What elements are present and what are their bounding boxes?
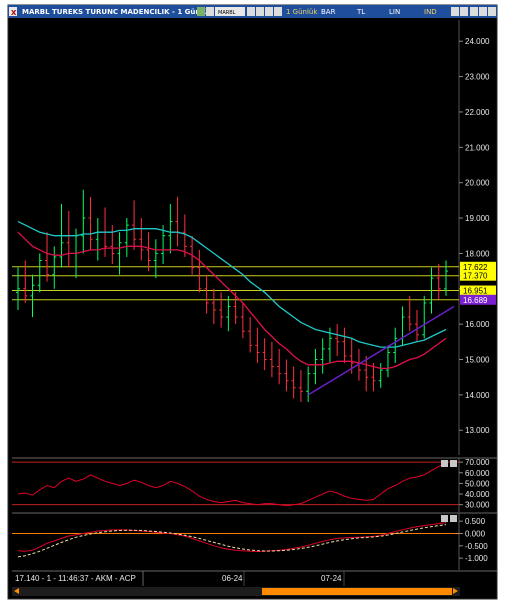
toolbar-period[interactable]: 1 Günlük — [286, 8, 318, 16]
price-tick-label: 14.000 — [465, 391, 490, 400]
chart-window-frame: X MARBL TUREKS TURUNC MADENCILIK - 1 Gün… — [0, 0, 507, 605]
level-label: 17.370 — [463, 272, 488, 281]
x-axis-label-1: 06-24 — [222, 574, 243, 583]
chart-canvas: X MARBL TUREKS TURUNC MADENCILIK - 1 Gün… — [7, 4, 498, 600]
rsi-tick-label: 30.000 — [465, 501, 490, 510]
rsi-tick-label: 50.000 — [465, 479, 490, 488]
maximize-icon[interactable] — [479, 7, 487, 16]
status-text: 17.140 - 1 - 11:46:37 - AKM - ACP — [15, 574, 136, 583]
close-icon[interactable]: X — [11, 9, 17, 17]
scrollbar[interactable] — [12, 587, 460, 596]
toolbar-icon-1[interactable] — [197, 7, 205, 16]
minimize-icon[interactable] — [470, 7, 478, 16]
toolbar-lin[interactable]: LIN — [389, 8, 400, 16]
toolbar-tl[interactable]: TL — [356, 8, 365, 16]
price-tick-label: 20.000 — [465, 179, 490, 188]
toolbar-ind[interactable]: IND — [424, 8, 437, 16]
price-tick-label: 21.000 — [465, 143, 490, 152]
window-background — [7, 4, 498, 600]
macd-tick-label: 0.000 — [465, 529, 486, 538]
toolbar-icon-8[interactable] — [460, 7, 468, 16]
price-tick-label: 15.000 — [465, 356, 490, 365]
toolbar-search-label: MARBL — [218, 10, 236, 16]
price-tick-label: 13.000 — [465, 426, 490, 435]
scrollbar-thumb[interactable] — [262, 588, 452, 595]
toolbar-icon-6[interactable] — [274, 7, 282, 16]
macd-panel-btn-2[interactable] — [450, 515, 457, 522]
price-tick-label: 24.000 — [465, 37, 490, 46]
close-window-icon[interactable] — [488, 7, 496, 16]
rsi-panel-btn-2[interactable] — [450, 460, 457, 467]
price-tick-label: 22.000 — [465, 108, 490, 117]
toolbar-icon-5[interactable] — [265, 7, 273, 16]
level-label: 17.622 — [463, 263, 488, 272]
level-label: 16.951 — [463, 287, 488, 296]
toolbar-icon-2[interactable] — [206, 7, 214, 16]
toolbar-icon-4[interactable] — [256, 7, 264, 16]
macd-panel-btn-1[interactable] — [441, 515, 448, 522]
toolbar-icon-3[interactable] — [247, 7, 255, 16]
price-tick-label: 18.000 — [465, 249, 490, 258]
price-tick-label: 23.000 — [465, 73, 490, 82]
rsi-panel-btn-1[interactable] — [441, 460, 448, 467]
x-axis-label-2: 07-24 — [321, 574, 342, 583]
price-tick-label: 16.000 — [465, 320, 490, 329]
toolbar-icon-7[interactable] — [451, 7, 459, 16]
rsi-tick-label: 60.000 — [465, 469, 490, 478]
macd-tick-label: -1.000 — [465, 554, 488, 563]
macd-tick-label: 0.500 — [465, 517, 486, 526]
macd-tick-label: -0.500 — [465, 542, 488, 551]
rsi-tick-label: 70.000 — [465, 458, 490, 467]
level-label: 16.689 — [463, 296, 488, 305]
rsi-tick-label: 40.000 — [465, 490, 490, 499]
price-tick-label: 19.000 — [465, 214, 490, 223]
toolbar-bar[interactable]: BAR — [321, 8, 336, 16]
